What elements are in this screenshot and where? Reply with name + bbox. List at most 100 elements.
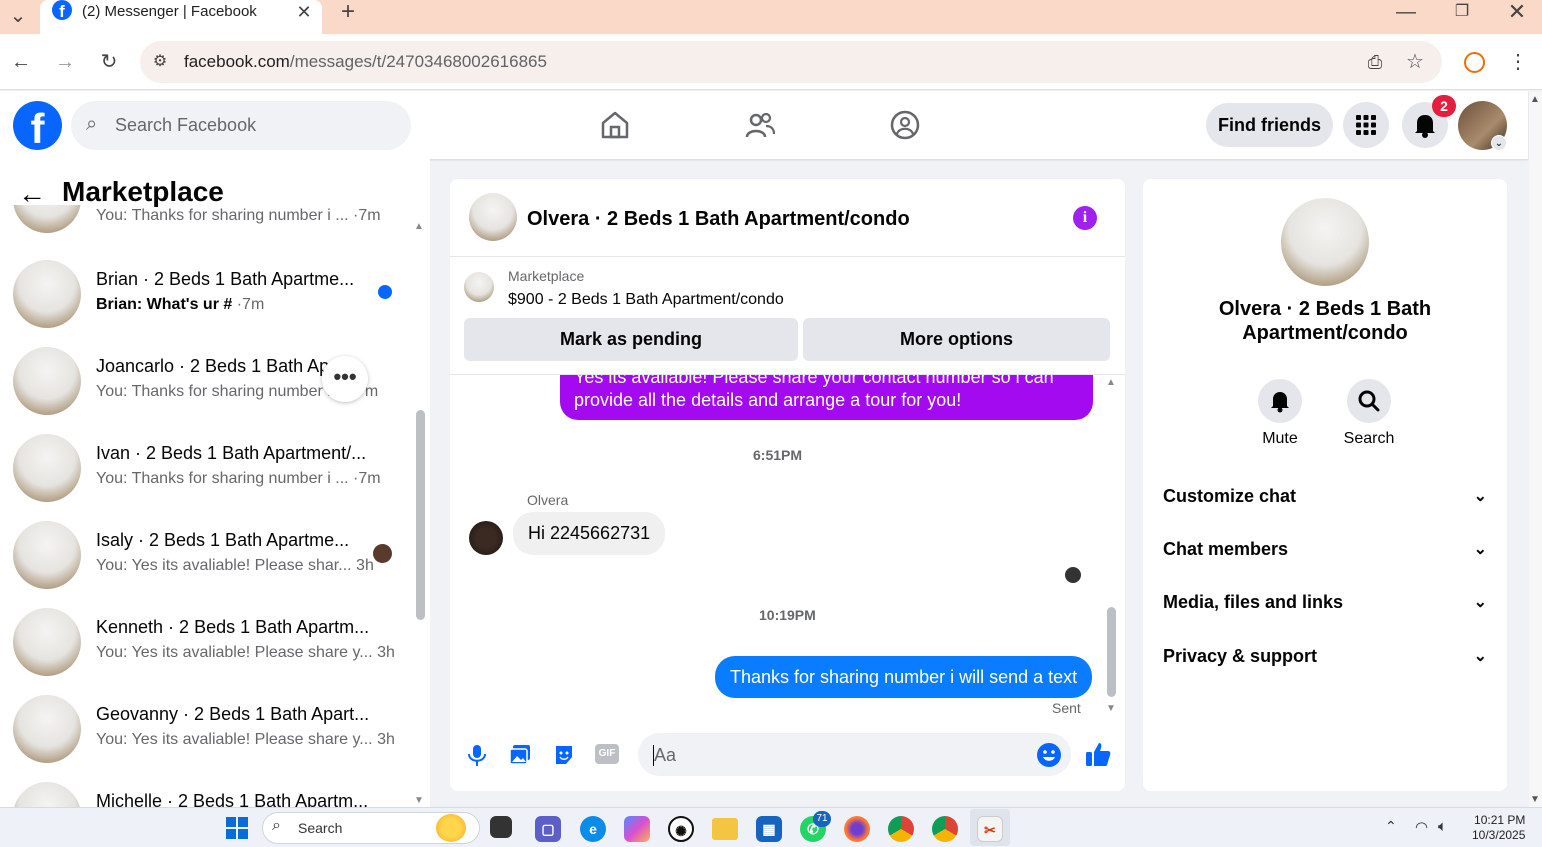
reload-icon[interactable]: ↻ [96, 50, 122, 74]
message-scrollbar[interactable] [1107, 607, 1116, 697]
conversation-item[interactable]: Isaly · 2 Beds 1 Bath Apartme... You: Ye… [0, 509, 410, 596]
conversation-name: Joancarlo · 2 Beds 1 Bath Apa [96, 356, 340, 376]
notification-badge: 2 [1432, 95, 1456, 117]
account-chevron-icon[interactable]: ⌄ [1491, 135, 1507, 151]
bookmark-star-icon[interactable]: ☆ [1402, 50, 1428, 74]
like-thumbs-up-icon[interactable] [1084, 740, 1112, 768]
sender-avatar[interactable] [469, 521, 503, 555]
facebook-logo-icon[interactable]: f [13, 101, 62, 150]
widgets-sun-icon[interactable] [436, 814, 466, 842]
listing-title[interactable]: $900 - 2 Beds 1 Bath Apartment/condo [508, 291, 784, 309]
more-options-button[interactable]: More options [803, 318, 1110, 361]
conversation-item[interactable]: Ivan · 2 Beds 1 Bath Apartment/... You: … [0, 422, 410, 509]
chrome-icon[interactable] [888, 816, 914, 842]
windows-start-icon[interactable] [225, 816, 249, 840]
teams-chat-icon[interactable]: ▢ [535, 816, 561, 842]
snipping-tool-icon[interactable]: ✂ [977, 816, 1003, 842]
url-host: facebook.com [184, 52, 290, 71]
url-text[interactable]: facebook.com/messages/t/2470346800261686… [184, 52, 547, 72]
scroll-up-arrow-icon[interactable]: ▲ [1530, 94, 1540, 105]
microsoft-store-icon[interactable]: ▦ [756, 816, 782, 842]
mark-as-pending-button[interactable]: Mark as pending [464, 318, 798, 361]
find-friends-button[interactable]: Find friends [1206, 103, 1333, 147]
groups-icon[interactable] [889, 109, 921, 141]
conversation-item[interactable]: Michelle · 2 Beds 1 Bath Apartm... [0, 770, 410, 807]
new-tab-icon[interactable]: + [336, 0, 360, 24]
clock-time: 10:21 PM [1474, 813, 1526, 827]
scroll-up-arrow-icon[interactable]: ▲ [1106, 377, 1116, 388]
conversation-item[interactable]: Geovanny · 2 Beds 1 Bath Apart... You: Y… [0, 683, 410, 770]
outgoing-message-bubble: Yes its avaliable! Please share your con… [560, 375, 1093, 420]
conversation-options-button[interactable]: ••• [322, 356, 368, 402]
sticker-icon[interactable] [552, 743, 576, 767]
conversation-list-scrollbar[interactable] [416, 410, 425, 620]
chat-members-section[interactable]: Chat members ⌄ [1163, 539, 1493, 560]
microphone-icon[interactable] [466, 743, 488, 767]
mute-label[interactable]: Mute [1245, 430, 1315, 448]
listing-thumbnail [13, 695, 81, 763]
emoji-icon[interactable] [1036, 742, 1062, 768]
conversation-preview: You: Yes its avaliable! Please share y..… [96, 644, 395, 661]
search-placeholder: Search Facebook [115, 115, 257, 135]
volume-muted-icon[interactable]: 🔈︎ [1438, 818, 1447, 835]
site-info-icon[interactable]: ⚙ [148, 50, 172, 74]
friends-icon[interactable] [744, 110, 776, 142]
search-label[interactable]: Search [1334, 430, 1404, 448]
conversation-name: Brian · 2 Beds 1 Bath Apartme... [96, 269, 355, 289]
chat-avatar[interactable] [469, 193, 517, 241]
info-icon[interactable]: i [1073, 206, 1097, 230]
media-files-links-section[interactable]: Media, files and links ⌄ [1163, 592, 1493, 613]
browser-menu-icon[interactable]: ⋮ [1506, 50, 1530, 74]
minimize-icon[interactable]: — [1394, 0, 1418, 24]
file-explorer-icon[interactable] [712, 818, 738, 840]
chevron-down-icon: ⌄ [1473, 594, 1487, 611]
chrome-profile-icon[interactable] [932, 816, 958, 842]
profile-icon[interactable] [1464, 52, 1485, 73]
conversation-preview: You: Yes its avaliable! Please shar... 3… [96, 557, 374, 574]
outgoing-message-text: Yes its avaliable! Please share your con… [560, 375, 1093, 420]
home-icon[interactable] [599, 109, 631, 141]
conversation-item[interactable]: Kenneth · 2 Beds 1 Bath Apartm... You: Y… [0, 596, 410, 683]
url-path: /messages/t/24703468002616865 [289, 52, 547, 71]
show-hidden-icons-chevron-icon[interactable]: ⌃ [1385, 818, 1397, 835]
mute-bell-icon[interactable] [1258, 379, 1302, 423]
scroll-down-arrow-icon[interactable]: ▼ [414, 795, 424, 806]
wifi-icon[interactable]: ◠ [1415, 818, 1428, 836]
edge-browser-icon[interactable]: e [580, 816, 606, 842]
search-conversation-icon[interactable] [1347, 379, 1391, 423]
menu-grid-icon[interactable] [1343, 102, 1389, 148]
chatgpt-icon[interactable]: ✺ [668, 816, 694, 842]
privacy-support-section[interactable]: Privacy & support ⌄ [1163, 646, 1493, 667]
partial-conversation[interactable]: You: Thanks for sharing number i ... ·7m [0, 205, 410, 235]
divider [450, 256, 1125, 257]
install-app-icon[interactable]: ⎙ [1362, 50, 1388, 74]
tab-list-chevron-icon[interactable]: ⌄ [6, 4, 30, 28]
window-close-icon[interactable]: ✕ [1505, 0, 1529, 24]
message-input[interactable] [638, 733, 1071, 776]
chevron-down-icon: ⌄ [1473, 541, 1487, 558]
listing-thumbnail [13, 205, 81, 233]
forward-icon[interactable]: → [52, 50, 78, 74]
tab-close-icon[interactable]: ✕ [292, 0, 316, 24]
task-view-icon[interactable] [490, 816, 512, 838]
scroll-down-arrow-icon[interactable]: ▼ [1530, 794, 1540, 805]
facebook-favicon-icon: f [52, 0, 72, 20]
photo-icon[interactable] [508, 743, 532, 767]
scroll-down-arrow-icon[interactable]: ▼ [1106, 703, 1116, 714]
profile-avatar[interactable] [1281, 198, 1369, 286]
scroll-up-arrow-icon[interactable]: ▲ [414, 221, 424, 232]
system-clock[interactable]: 10:21 PM 10/3/2025 [1472, 813, 1525, 843]
firefox-icon[interactable] [844, 816, 870, 842]
gif-icon[interactable]: GIF [595, 744, 619, 764]
back-icon[interactable]: ← [8, 50, 34, 74]
page-scrollbar[interactable] [1529, 92, 1542, 807]
copilot-icon[interactable] [624, 816, 650, 842]
listing-thumbnail [464, 272, 494, 302]
conversation-name: Isaly · 2 Beds 1 Bath Apartme... [96, 530, 350, 550]
customize-chat-section[interactable]: Customize chat ⌄ [1163, 486, 1493, 507]
whatsapp-badge: 71 [813, 811, 831, 827]
chat-title[interactable]: Olvera · 2 Beds 1 Bath Apartment/condo [527, 208, 910, 231]
restore-icon[interactable]: ❐ [1450, 0, 1474, 24]
conversation-item[interactable]: Brian · 2 Beds 1 Bath Apartme... Brian: … [0, 248, 410, 335]
marketplace-label: Marketplace [508, 268, 585, 284]
